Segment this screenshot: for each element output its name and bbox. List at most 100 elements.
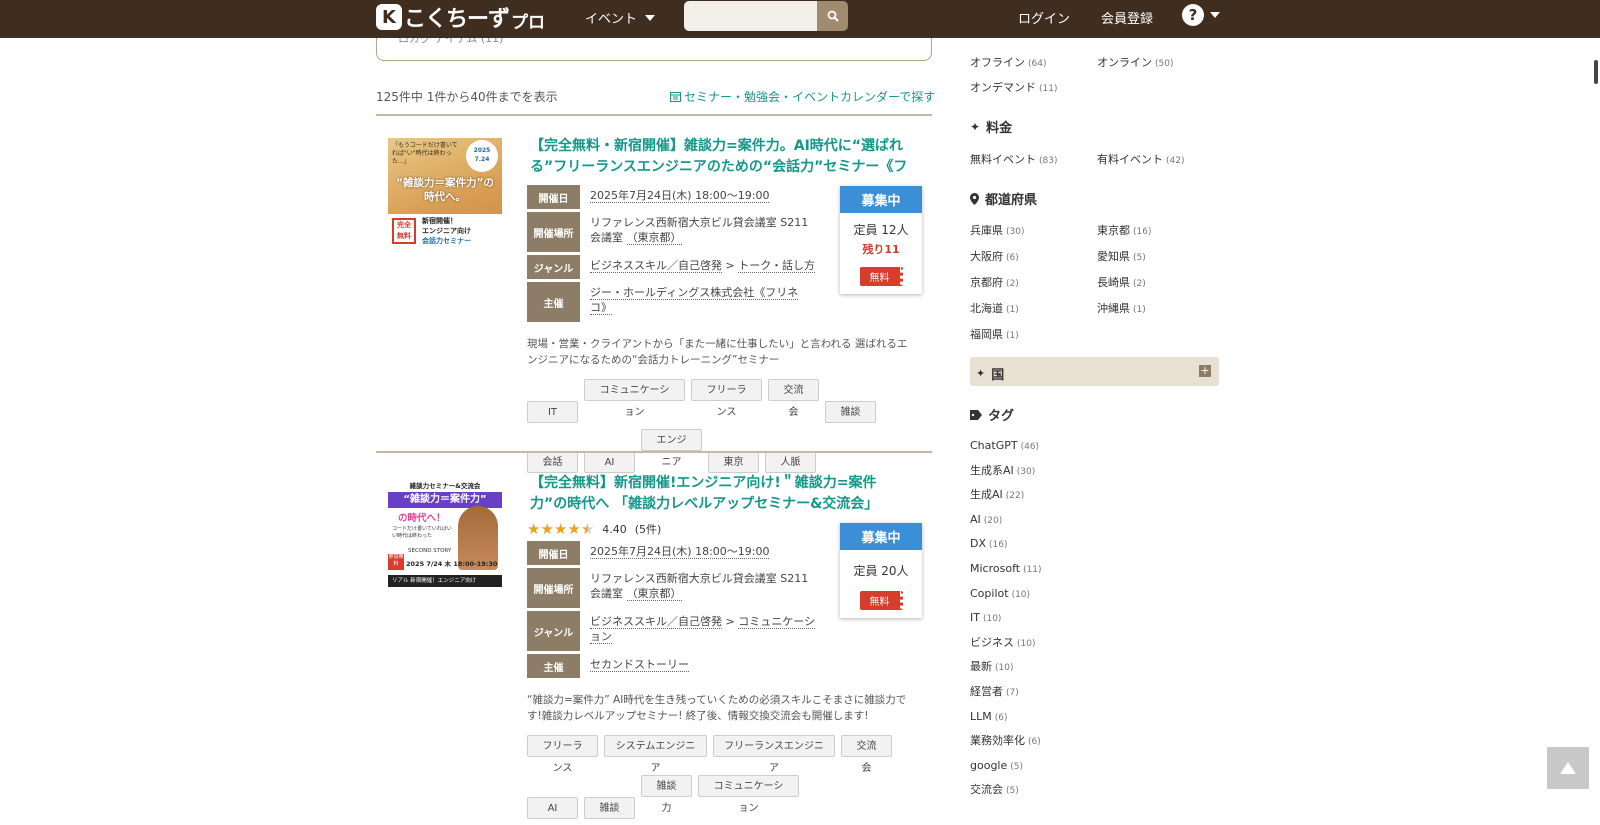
prefecture-label: 北海道 (970, 302, 1003, 315)
price-item[interactable]: 有料イベント (42) (1097, 151, 1217, 167)
sidebar-tag-item[interactable]: Microsoft (11) (970, 561, 1218, 586)
genre-sub-link[interactable]: トーク・話し方 (738, 259, 815, 273)
tag-button[interactable]: コミュニケーション (698, 775, 799, 814)
thumb-brand: SECOND STORY (408, 548, 452, 554)
info-value-organizer: セカンドストーリー (580, 654, 699, 678)
tag-button[interactable]: 雑談 (584, 797, 635, 819)
sidebar-tag-item[interactable]: Copilot (10) (970, 586, 1218, 611)
sidebar-tag-item[interactable]: 業務効率化 (6) (970, 733, 1218, 758)
tag-button[interactable]: 雑談 (825, 401, 876, 423)
tag-button[interactable]: 交流会 (841, 735, 892, 774)
event-date-link[interactable]: 2025年7月24日(木) 18:00〜19:00 (590, 545, 770, 559)
logo-suffix: プロ (511, 12, 546, 33)
info-row-place: 開催場所 リファレンス西新宿大京ビル貸会議室 S211 会議室 （東京都） (527, 568, 827, 608)
genre-main-link[interactable]: ビジネススキル／自己啓発 (590, 615, 722, 629)
sidebar-tag-item[interactable]: ビジネス (10) (970, 635, 1218, 660)
prefecture-item[interactable]: 兵庫県 (30) (970, 222, 1097, 238)
format-item[interactable]: オフライン (64) (970, 54, 1097, 70)
sidebar-tag-item[interactable]: google (5) (970, 758, 1218, 783)
info-label-date: 開催日 (527, 185, 580, 209)
prefecture-item[interactable]: 東京都 (16) (1097, 222, 1217, 238)
prefecture-heading-label: 都道府県 (985, 193, 1038, 208)
prefecture-item[interactable]: 京都府 (2) (970, 274, 1097, 290)
tag-button[interactable]: 交流会 (768, 379, 819, 418)
organizer-link[interactable]: セカンドストーリー (590, 658, 689, 672)
sidebar-tag-item[interactable]: AI (20) (970, 512, 1218, 537)
prefecture-item[interactable]: 北海道 (1) (970, 300, 1097, 316)
thumb-headline: “雑談力＝案件力”の時代へ。 (396, 177, 494, 203)
format-item-count: (11) (1039, 84, 1058, 94)
genre-separator: > (722, 259, 739, 272)
format-item-label: オフライン (970, 56, 1025, 69)
site-logo[interactable]: K こくちーず プロ (376, 2, 546, 33)
sidebar-tag-item[interactable]: ChatGPT (46) (970, 438, 1218, 463)
price-item[interactable]: 無料イベント (83) (970, 151, 1097, 167)
tag-button[interactable]: 東京 (708, 451, 759, 473)
event-description: “雑談力=案件力” AI時代を生き残っていくための必須スキルこそまさに雑談力です… (527, 694, 907, 722)
tag-heading: タグ (970, 405, 1218, 424)
format-item[interactable]: オンライン (50) (1097, 54, 1217, 70)
organizer-link[interactable]: ジー・ホールディングス株式会社《フリネコ》 (590, 286, 799, 315)
chevron-down-icon (645, 14, 656, 21)
prefecture-label: 大阪府 (970, 250, 1003, 263)
prefecture-count: (5) (1133, 253, 1146, 263)
tag-button[interactable]: フリーランス (691, 379, 762, 418)
sidebar-tag-item[interactable]: 生成系AI (30) (970, 463, 1218, 488)
info-row-date: 開催日 2025年7月24日(木) 18:00〜19:00 (527, 185, 827, 209)
tag-button[interactable]: AI (584, 451, 635, 473)
scroll-to-top-button[interactable] (1547, 747, 1589, 789)
thumb-top-text: 「もうコードだけ書いてれば"い"時代は終わった…」 (392, 142, 458, 165)
format-item[interactable]: オンデマンド (11) (970, 79, 1097, 95)
sidebar-tag-item[interactable]: 経営者 (7) (970, 684, 1218, 709)
register-link[interactable]: 会員登録 (1101, 8, 1153, 27)
tag-button[interactable]: システムエンジニア (604, 735, 707, 774)
prefecture-item[interactable]: 愛知県 (5) (1097, 248, 1217, 264)
sidebar-tag-item[interactable]: LLM (6) (970, 709, 1218, 734)
sidebar-tag-count: (11) (1023, 564, 1042, 575)
expand-plus-icon[interactable]: + (1199, 365, 1211, 377)
country-accordion[interactable]: ✦ 国 + (970, 357, 1219, 386)
prefecture-count: (16) (1133, 227, 1152, 237)
page-scrollbar-thumb[interactable] (1594, 60, 1598, 84)
event-title-link[interactable]: 【完全無料】新宿開催!エンジニア向け!＂雑談力=案件力”の時代へ 「雑談力レベル… (530, 473, 910, 515)
search-input[interactable] (684, 1, 818, 31)
event-date-link[interactable]: 2025年7月24日(木) 18:00〜19:00 (590, 189, 770, 203)
genre-main-link[interactable]: ビジネススキル／自己啓発 (590, 259, 722, 273)
sidebar-tag-count: (10) (995, 663, 1014, 674)
event-menu[interactable]: イベント (585, 8, 656, 27)
sidebar-tag-count: (7) (1006, 687, 1019, 698)
tag-button[interactable]: 人脈 (765, 451, 816, 473)
info-label-organizer: 主催 (527, 282, 580, 322)
tag-button[interactable]: AI (527, 797, 578, 819)
prefecture-item[interactable]: 沖縄県 (1) (1097, 300, 1217, 316)
price-item-count: (83) (1039, 156, 1058, 166)
price-item-label: 有料イベント (1097, 153, 1163, 166)
place-prefecture-link[interactable]: （東京都） (626, 587, 682, 601)
tag-button[interactable]: フリーランスエンジニア (713, 735, 835, 774)
prefecture-item[interactable]: 長崎県 (2) (1097, 274, 1217, 290)
tag-button[interactable]: IT (527, 401, 578, 423)
tag-button[interactable]: エンジニア (641, 429, 702, 468)
sidebar-tag-item[interactable]: 最新 (10) (970, 659, 1218, 684)
event-thumbnail[interactable]: 「もうコードだけ書いてれば"い"時代は終わった…」 2025 7.24 “雑談力… (388, 138, 502, 250)
event-thumbnail[interactable]: 雑談力セミナー&交流会 “雑談力＝案件力” の時代へ！ コードだけ書いていればい… (388, 476, 502, 587)
search-button[interactable] (817, 1, 848, 31)
login-link[interactable]: ログイン (1018, 8, 1070, 27)
prefecture-item[interactable]: 大阪府 (6) (970, 248, 1097, 264)
place-prefecture-link[interactable]: （東京都） (626, 231, 682, 245)
prefecture-item[interactable]: 福岡県 (1) (970, 326, 1097, 342)
tag-button[interactable]: フリーランス (527, 735, 598, 774)
rating[interactable]: ★ ★ ★ ★ ★ 4.40 (5件) (527, 521, 661, 537)
status-badge: 募集中 (840, 523, 922, 550)
calendar-link[interactable]: セミナー・勉強会・イベントカレンダーで探す (670, 88, 935, 105)
sidebar-tag-item[interactable]: DX (16) (970, 536, 1218, 561)
event-title-link[interactable]: 【完全無料・新宿開催】雑談力=案件力。AI時代に“選ばれる”フリーランスエンジニ… (530, 136, 910, 178)
sidebar-tag-item[interactable]: IT (10) (970, 610, 1218, 635)
sidebar-tag-item[interactable]: 生成AI (22) (970, 487, 1218, 512)
tag-button[interactable]: 会話 (527, 451, 578, 473)
tag-button[interactable]: 雑談力 (641, 775, 692, 814)
genre-separator: > (722, 615, 739, 628)
help-menu[interactable]: ? (1182, 4, 1220, 26)
price-heading-label: 料金 (986, 121, 1013, 136)
tag-button[interactable]: コミュニケーション (584, 379, 685, 418)
